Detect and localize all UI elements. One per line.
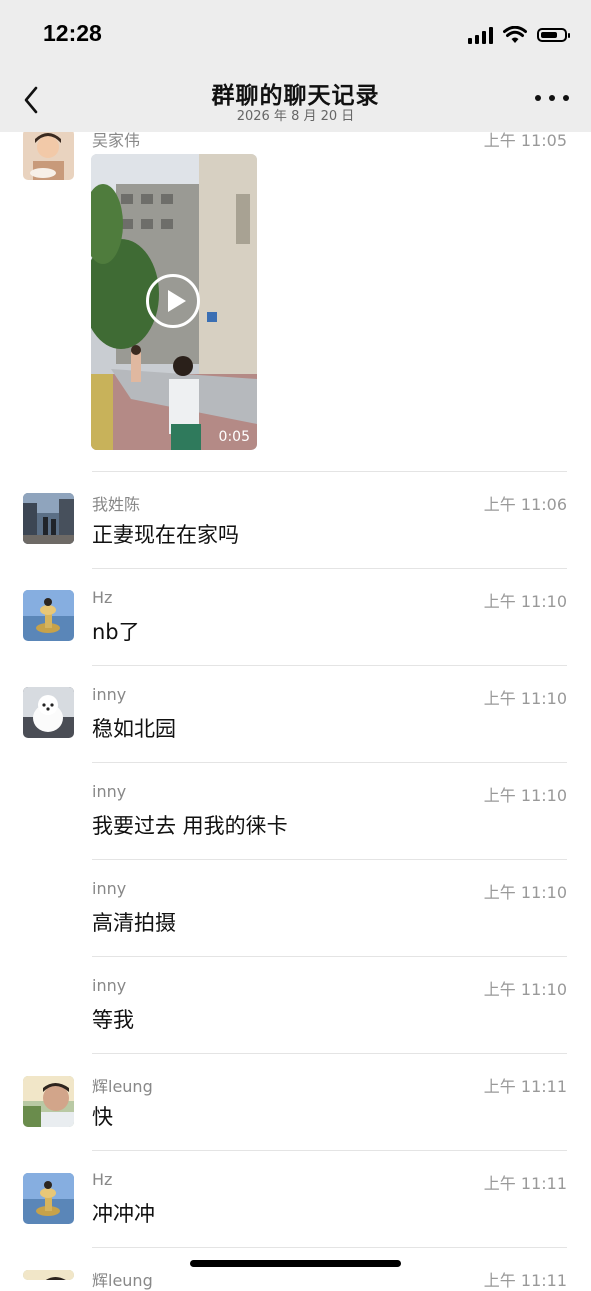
- message-time: 上午 11:10: [483, 980, 567, 999]
- message-text: 冲冲冲: [92, 1202, 155, 1226]
- more-icon: [535, 95, 541, 101]
- status-time: 12:28: [43, 20, 102, 46]
- divider: [92, 1150, 567, 1151]
- avatar[interactable]: [23, 493, 74, 544]
- message-text: nb了: [92, 620, 140, 644]
- message-text: 我要过去 用我的徕卡: [92, 814, 288, 838]
- divider: [92, 956, 567, 957]
- divider: [92, 471, 567, 472]
- sender-name: 辉leung: [92, 1271, 153, 1290]
- divider: [92, 1247, 567, 1248]
- avatar[interactable]: [23, 1173, 74, 1224]
- message-time: 上午 11:10: [483, 689, 567, 708]
- sender-name: Hz: [92, 1170, 113, 1189]
- home-indicator: [190, 1260, 401, 1267]
- message-time: 上午 11:10: [483, 592, 567, 611]
- message-time: 上午 11:11: [483, 1174, 567, 1193]
- cellular-signal-icon: [468, 26, 493, 44]
- message-time: 上午 11:10: [483, 786, 567, 805]
- avatar[interactable]: [23, 687, 74, 738]
- video-duration: 0:05: [218, 429, 250, 445]
- message-time: 上午 11:11: [483, 1077, 567, 1096]
- top-bar: 12:28 群聊的聊天记录 2026 年 8 月 20 日: [0, 0, 591, 132]
- sender-name: inny: [92, 976, 127, 995]
- sender-name: 我姓陈: [92, 495, 141, 514]
- avatar[interactable]: [23, 1270, 74, 1280]
- message-time: 上午 11:11: [483, 1271, 567, 1290]
- play-icon[interactable]: [146, 274, 200, 328]
- message-text: 快: [92, 1105, 113, 1129]
- divider: [92, 568, 567, 569]
- divider: [92, 762, 567, 763]
- message-time: 上午 11:06: [483, 495, 567, 514]
- sender-name: Hz: [92, 588, 113, 607]
- message-text: 正妻现在在家吗: [92, 523, 239, 547]
- message-time: 上午 11:10: [483, 883, 567, 902]
- avatar[interactable]: [23, 590, 74, 641]
- sender-name: 辉leung: [92, 1077, 153, 1096]
- sender-name: inny: [92, 685, 127, 704]
- battery-icon: [537, 28, 570, 42]
- avatar[interactable]: [23, 129, 74, 180]
- message-text: 等我: [92, 1008, 134, 1032]
- message-text: 高清拍摄: [92, 911, 176, 935]
- status-icons: [468, 24, 570, 46]
- divider: [92, 859, 567, 860]
- divider: [92, 1053, 567, 1054]
- sender-name: inny: [92, 879, 127, 898]
- divider: [92, 665, 567, 666]
- more-options-button[interactable]: [535, 88, 569, 108]
- avatar[interactable]: [23, 1076, 74, 1127]
- page-subtitle-date: 2026 年 8 月 20 日: [236, 109, 355, 124]
- sender-name: inny: [92, 782, 127, 801]
- video-message[interactable]: 0:05: [91, 154, 257, 450]
- message-text: 稳如北园: [92, 717, 176, 741]
- wifi-icon: [503, 26, 527, 43]
